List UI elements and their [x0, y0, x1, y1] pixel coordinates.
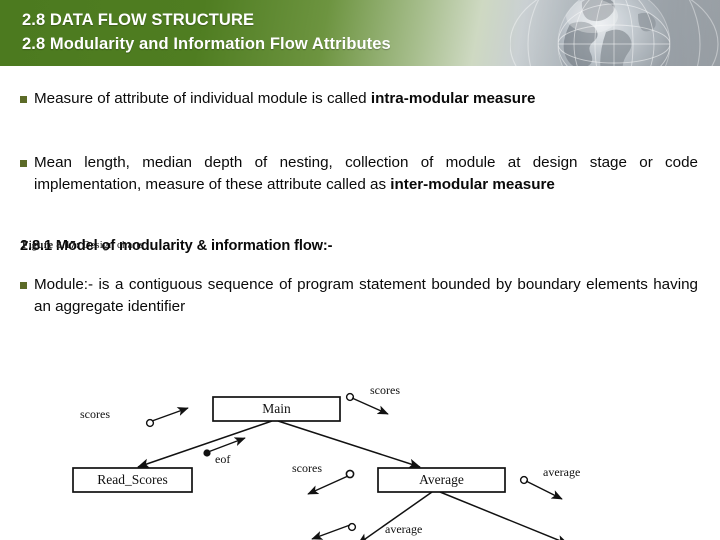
- open-circle-icon: [345, 469, 355, 479]
- node-label-read-scores: Read_Scores: [97, 472, 167, 487]
- bullet-1-normal: Measure of attribute of individual modul…: [34, 90, 371, 107]
- bullet-1-bold: intra-modular measure: [370, 90, 536, 107]
- bullet-item-1: Measure of attribute of individual modul…: [20, 88, 698, 110]
- flow-arrow-scores-up: [151, 407, 189, 422]
- slide-content: Measure of attribute of individual modul…: [0, 66, 720, 540]
- node-label-average: Average: [419, 472, 464, 487]
- square-bullet-icon: [20, 160, 27, 167]
- flow-label-average-1: average: [385, 522, 422, 536]
- flow-label-average-2: average: [543, 465, 580, 479]
- square-bullet-icon: [20, 96, 27, 103]
- page-title-line-1: 2.8 DATA FLOW STRUCTURE: [22, 11, 255, 29]
- bullet-item-1-text: Measure of attribute of individual modul…: [34, 88, 698, 110]
- open-circle-icon: [345, 392, 355, 402]
- page-title-line-2: 2.8 Modularity and Information Flow Attr…: [22, 35, 391, 53]
- figure-caption-text: Design charts: [79, 240, 144, 251]
- flow-arrow-eof-up: [207, 437, 246, 453]
- square-bullet-icon: [20, 282, 27, 289]
- bullet-item-3-text: Module:- is a contiguous sequence of pro…: [34, 276, 698, 315]
- flow-label-scores-1: scores: [80, 407, 110, 421]
- figure-caption-label: Figure 8.17:: [22, 240, 80, 251]
- bullet-item-2-text: Mean length, median depth of nesting, co…: [34, 152, 698, 196]
- bullet-item-2: Mean length, median depth of nesting, co…: [20, 152, 698, 196]
- node-label-main: Main: [262, 401, 291, 416]
- figure-caption: Figure 8.17: Design charts: [22, 240, 144, 251]
- slide-header-banner: 2.8 DATA FLOW STRUCTURE 2.8 Modularity a…: [0, 0, 720, 66]
- flow-label-scores-3: scores: [292, 461, 322, 475]
- filled-circle-icon: [203, 449, 211, 457]
- flow-label-eof: eof: [215, 452, 230, 466]
- edge-average-to-print-av: [439, 491, 569, 540]
- flow-arrow-scores-down: [351, 397, 389, 415]
- structure-chart-diagram: scores eof scores scores average average…: [40, 328, 680, 540]
- bullet-2-normal: Mean length, median depth of nesting, co…: [34, 154, 698, 193]
- flow-arrow-average-down: [525, 480, 563, 500]
- open-circle-icon: [519, 475, 529, 485]
- open-circle-icon: [145, 418, 155, 428]
- edge-main-to-read-scores: [137, 420, 273, 469]
- globe-icon: [510, 0, 720, 66]
- open-circle-icon: [347, 522, 357, 532]
- bullet-2-bold: inter-modular measure: [390, 176, 555, 193]
- flow-arrow-scores2-down: [307, 475, 349, 495]
- flow-arrow-average-up: [311, 524, 351, 540]
- flow-label-scores-2: scores: [370, 383, 400, 397]
- slide-title-group: 2.8 DATA FLOW STRUCTURE 2.8 Modularity a…: [22, 8, 391, 56]
- bullet-item-3: Module:- is a contiguous sequence of pro…: [20, 274, 698, 318]
